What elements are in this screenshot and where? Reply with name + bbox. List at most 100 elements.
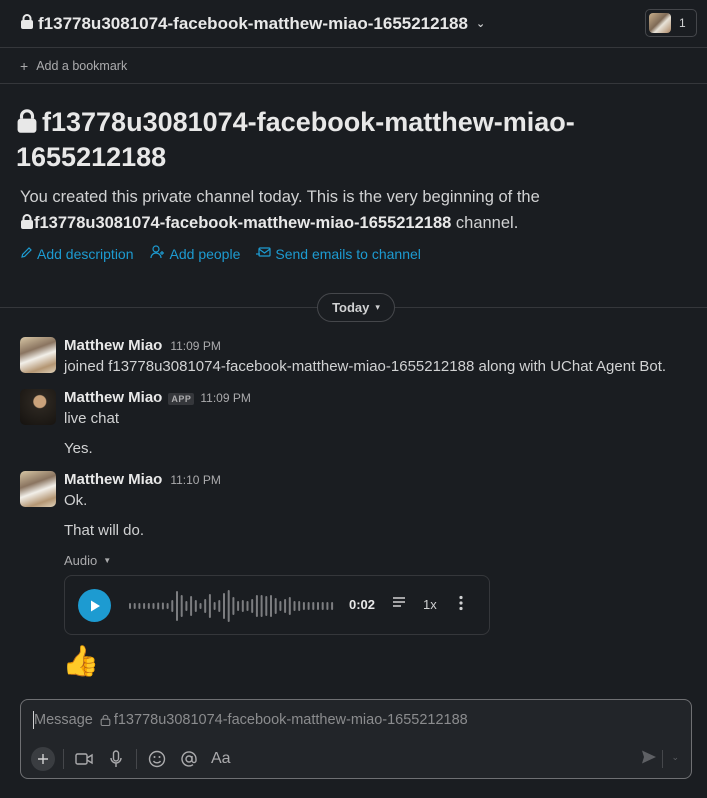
message-item: Matthew Miao 11:09 PM joined f13778u3081…	[20, 337, 690, 377]
author-name[interactable]: Matthew Miao	[64, 337, 162, 354]
message-composer[interactable]: Message f13778u3081074-facebook-matthew-…	[20, 699, 692, 779]
waveform-bar	[176, 591, 178, 621]
audio-waveform[interactable]	[127, 588, 337, 624]
day-divider-button[interactable]: Today ▾	[317, 293, 395, 322]
at-sign-icon	[181, 751, 197, 767]
avatar[interactable]	[20, 389, 56, 425]
add-people-button[interactable]: Add people	[149, 245, 241, 262]
send-divider	[662, 750, 663, 768]
waveform-bar	[199, 603, 202, 609]
plus-icon	[38, 754, 48, 764]
channel-intro: f13778u3081074-facebook-matthew-miao-165…	[16, 106, 696, 236]
bookmarks-bar: + Add a bookmark	[0, 48, 707, 84]
waveform-bar	[166, 603, 169, 609]
schedule-send-chevron-icon[interactable]: ⌄	[671, 752, 679, 763]
waveform-bar	[298, 601, 301, 611]
send-emails-button[interactable]: Send emails to channel	[256, 245, 421, 262]
formatting-button[interactable]: Aa	[209, 747, 233, 771]
intro-actions: Add description Add people Send emails t…	[20, 245, 421, 262]
waveform-bar	[321, 602, 324, 610]
waveform-bar	[241, 600, 244, 612]
placeholder-channel: f13778u3081074-facebook-matthew-miao-165…	[113, 712, 468, 728]
send-emails-label: Send emails to channel	[275, 245, 421, 262]
waveform-bar	[147, 603, 150, 609]
playback-speed-button[interactable]: 1x	[423, 597, 437, 612]
waveform-bar	[218, 600, 221, 612]
author-name[interactable]: Matthew Miao	[64, 471, 162, 488]
waveform-bar	[288, 597, 291, 615]
waveform-bar	[180, 595, 183, 617]
waveform-bar	[293, 601, 296, 611]
smiley-icon	[148, 750, 166, 768]
message-text: Ok.	[64, 492, 88, 509]
lock-icon	[21, 214, 33, 229]
message-text: That will do.	[64, 522, 145, 539]
microphone-icon	[110, 750, 122, 767]
play-icon	[90, 600, 100, 611]
placeholder-prefix: Message	[34, 712, 93, 728]
message-text: live chat	[64, 410, 120, 427]
composer-toolbar: Aa	[31, 746, 241, 772]
waveform-bar	[274, 598, 277, 614]
message-input[interactable]: Message f13778u3081074-facebook-matthew-…	[34, 712, 468, 728]
mention-button[interactable]	[177, 747, 201, 771]
waveform-bar	[129, 603, 131, 609]
waveform-bar	[251, 599, 254, 613]
audio-player: 0:02 1x	[64, 575, 490, 635]
waveform-bar	[232, 597, 235, 615]
avatar[interactable]	[20, 471, 56, 507]
message-text: joined f13778u3081074-facebook-matthew-m…	[64, 358, 667, 375]
waveform-bar	[270, 595, 272, 617]
waveform-bar	[265, 596, 268, 616]
waveform-bar	[171, 600, 174, 612]
message-header: Matthew Miao APP 11:09 PM	[64, 389, 251, 406]
waveform-bar	[227, 590, 230, 622]
timestamp[interactable]: 11:09 PM	[200, 391, 250, 405]
intro-desc-channel: f13778u3081074-facebook-matthew-miao-165…	[34, 214, 452, 232]
pencil-icon	[20, 246, 33, 262]
intro-desc-text: You created this private channel today. …	[20, 188, 540, 206]
attach-plus-button[interactable]	[31, 747, 55, 771]
waveform-bar	[133, 603, 136, 609]
video-clip-button[interactable]	[72, 747, 96, 771]
timestamp[interactable]: 11:09 PM	[170, 339, 220, 353]
member-avatar	[649, 13, 671, 33]
message-header: Matthew Miao 11:09 PM	[64, 337, 221, 354]
video-camera-icon	[75, 753, 93, 765]
author-name[interactable]: Matthew Miao	[64, 389, 162, 406]
waveform-bar	[152, 603, 155, 609]
waveform-bar	[246, 601, 249, 611]
chevron-down-icon: ▾	[375, 302, 380, 312]
waveform-bar	[208, 594, 211, 618]
add-people-label: Add people	[169, 245, 241, 262]
waveform-bar	[237, 601, 240, 611]
emoji-button[interactable]	[145, 747, 169, 771]
members-button[interactable]: 1	[645, 9, 697, 37]
waveform-bar	[223, 593, 225, 619]
transcript-icon[interactable]	[392, 595, 406, 612]
waveform-bar	[157, 602, 160, 610]
waveform-bar	[204, 599, 207, 613]
chevron-down-icon: ⌄	[475, 18, 486, 30]
waveform-bar	[307, 602, 310, 610]
audio-label: Audio	[64, 553, 98, 568]
audio-duration: 0:02	[349, 597, 376, 612]
intro-description: You created this private channel today. …	[20, 184, 696, 236]
waveform-bar	[302, 602, 305, 610]
timestamp[interactable]: 11:10 PM	[170, 473, 220, 487]
audio-toggle[interactable]: Audio ▼	[64, 553, 111, 568]
waveform-bar	[190, 596, 193, 616]
add-bookmark-button[interactable]: Add a bookmark	[36, 59, 127, 73]
avatar[interactable]	[20, 337, 56, 373]
play-button[interactable]	[78, 589, 111, 622]
channel-title-button[interactable]: f13778u3081074-facebook-matthew-miao-165…	[20, 14, 485, 34]
intro-channel-name: f13778u3081074-facebook-matthew-miao-165…	[16, 107, 575, 172]
intro-title: f13778u3081074-facebook-matthew-miao-165…	[16, 106, 696, 174]
waveform-bar	[161, 602, 164, 610]
more-options-icon[interactable]	[459, 595, 463, 614]
add-description-button[interactable]: Add description	[20, 245, 134, 262]
send-button[interactable]	[641, 749, 657, 770]
message-item: Matthew Miao APP 11:09 PM live chat Yes.	[20, 389, 690, 459]
add-person-icon	[149, 245, 166, 262]
audio-clip-button[interactable]	[104, 747, 128, 771]
